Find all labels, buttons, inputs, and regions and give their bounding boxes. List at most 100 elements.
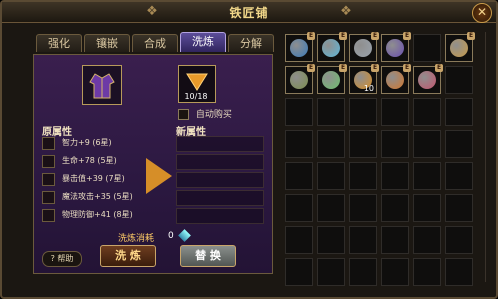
help-button[interactable]: ? 帮助 <box>42 251 82 267</box>
inventory-slot[interactable] <box>317 162 345 190</box>
replace-button[interactable]: 替 换 <box>180 245 236 267</box>
green-charm-icon <box>322 71 340 89</box>
refine-button[interactable]: 洗 炼 <box>100 245 156 267</box>
refine-cost-value: 0 <box>168 231 174 241</box>
equipment-slot[interactable] <box>82 65 122 105</box>
inventory-slot[interactable] <box>445 258 473 286</box>
tab-inlay[interactable]: 镶嵌 <box>84 34 130 52</box>
inventory-slot[interactable] <box>317 194 345 222</box>
attr-lock-checkbox[interactable] <box>42 173 55 186</box>
inventory-slot[interactable] <box>349 226 377 254</box>
inventory-slot[interactable]: E <box>317 64 347 94</box>
title-ornament-right: ❖ <box>340 4 352 19</box>
inventory-slot[interactable] <box>413 258 441 286</box>
inventory-slot[interactable] <box>413 226 441 254</box>
new-attr-slot <box>176 208 264 224</box>
equip-badge: E <box>371 64 379 72</box>
attr-lock-checkbox[interactable] <box>42 209 55 222</box>
inventory-slot[interactable] <box>349 194 377 222</box>
inventory-slot[interactable] <box>381 98 409 126</box>
inventory-grid: E E E E E E E E 10 E E <box>285 32 479 286</box>
refine-cost-label: 洗炼消耗 <box>118 234 155 244</box>
inventory-slot[interactable]: E 10 <box>349 64 379 94</box>
inventory-slot[interactable] <box>445 194 473 222</box>
inventory-slot[interactable]: E <box>413 64 443 94</box>
equip-badge: E <box>403 64 411 72</box>
inventory-slot[interactable] <box>285 98 313 126</box>
attr-row: 物理防御+41 (8星) <box>42 208 137 222</box>
equip-badge: E <box>403 32 411 40</box>
inventory-slot[interactable] <box>349 162 377 190</box>
new-attr-slot <box>176 136 264 152</box>
inventory-slot[interactable] <box>445 130 473 158</box>
attr-row: 暴击值+39 (7星) <box>42 172 137 186</box>
attr-lock-checkbox[interactable] <box>42 155 55 168</box>
auto-buy[interactable]: 自动购买 <box>178 107 232 120</box>
auto-buy-checkbox[interactable] <box>178 109 189 120</box>
inventory-slot[interactable] <box>349 130 377 158</box>
attr-text: 物理防御+41 (8星) <box>62 210 133 219</box>
inventory-slot[interactable] <box>445 66 473 94</box>
attr-text: 智力+9 (6星) <box>62 138 112 147</box>
inventory-slot[interactable] <box>285 162 313 190</box>
staff-icon <box>450 39 468 57</box>
inventory-slot[interactable] <box>285 130 313 158</box>
tab-enhance[interactable]: 强化 <box>36 34 82 52</box>
attr-row: 智力+9 (6星) <box>42 136 137 150</box>
inventory-slot[interactable] <box>381 162 409 190</box>
attr-lock-checkbox[interactable] <box>42 191 55 204</box>
inventory-slot[interactable]: E <box>381 32 411 62</box>
inventory-slot[interactable] <box>317 98 345 126</box>
inventory-slot[interactable] <box>349 98 377 126</box>
inventory-slot[interactable] <box>317 130 345 158</box>
arrow-right-icon <box>146 158 172 194</box>
attr-text: 魔法攻击+35 (5星) <box>62 192 133 201</box>
inventory-slot[interactable] <box>285 226 313 254</box>
inventory-slot[interactable] <box>381 226 409 254</box>
tab-decompose[interactable]: 分解 <box>228 34 274 52</box>
inventory-scrollbar[interactable] <box>485 32 494 282</box>
inventory-slot[interactable] <box>349 258 377 286</box>
new-attr-slot <box>176 190 264 206</box>
inventory-slot[interactable]: E <box>285 64 315 94</box>
mask-icon <box>418 71 436 89</box>
inventory-slot[interactable]: E <box>285 32 315 62</box>
inventory-slot[interactable] <box>381 258 409 286</box>
title-bar: ❖ 铁匠铺 ❖ ✕ <box>2 2 496 23</box>
purple-hat-icon <box>386 39 404 57</box>
tab-refine[interactable]: 洗炼 <box>180 32 226 52</box>
equip-badge: E <box>435 64 443 72</box>
inventory-slot[interactable] <box>445 226 473 254</box>
inventory-slot[interactable] <box>445 162 473 190</box>
inventory-slot[interactable] <box>381 130 409 158</box>
inventory-slot[interactable] <box>445 98 473 126</box>
inventory-slot[interactable]: E <box>381 64 411 94</box>
attr-lock-checkbox[interactable] <box>42 137 55 150</box>
inventory-slot[interactable]: E <box>349 32 379 62</box>
inventory-slot[interactable]: E <box>317 32 347 62</box>
inventory-slot[interactable] <box>317 226 345 254</box>
attr-row: 魔法攻击+35 (5星) <box>42 190 137 204</box>
inventory-slot[interactable] <box>413 162 441 190</box>
equip-badge: E <box>339 64 347 72</box>
inventory-slot[interactable] <box>285 194 313 222</box>
inventory-slot[interactable] <box>285 258 313 286</box>
inventory-slot[interactable] <box>413 34 441 62</box>
amulet-icon <box>290 71 308 89</box>
inventory-slot[interactable] <box>381 194 409 222</box>
inventory-slot[interactable] <box>413 194 441 222</box>
silver-necklace-icon <box>354 39 372 57</box>
equip-badge: E <box>307 32 315 40</box>
tab-synthesize[interactable]: 合成 <box>132 34 178 52</box>
inventory-slot[interactable] <box>413 98 441 126</box>
inventory-slot[interactable] <box>413 130 441 158</box>
item-count: 10 <box>363 84 374 93</box>
close-button[interactable]: ✕ <box>472 3 492 23</box>
equip-badge: E <box>307 64 315 72</box>
inventory-slot[interactable] <box>317 258 345 286</box>
new-attr-slot <box>176 172 264 188</box>
robe-icon <box>89 73 115 99</box>
blue-ring-icon <box>290 39 308 57</box>
blacksmith-window: ❖ 铁匠铺 ❖ ✕ 强化 镶嵌 合成 洗炼 分解 10/18 自动购买 原属性 … <box>0 0 498 299</box>
inventory-slot[interactable]: E <box>445 32 475 62</box>
